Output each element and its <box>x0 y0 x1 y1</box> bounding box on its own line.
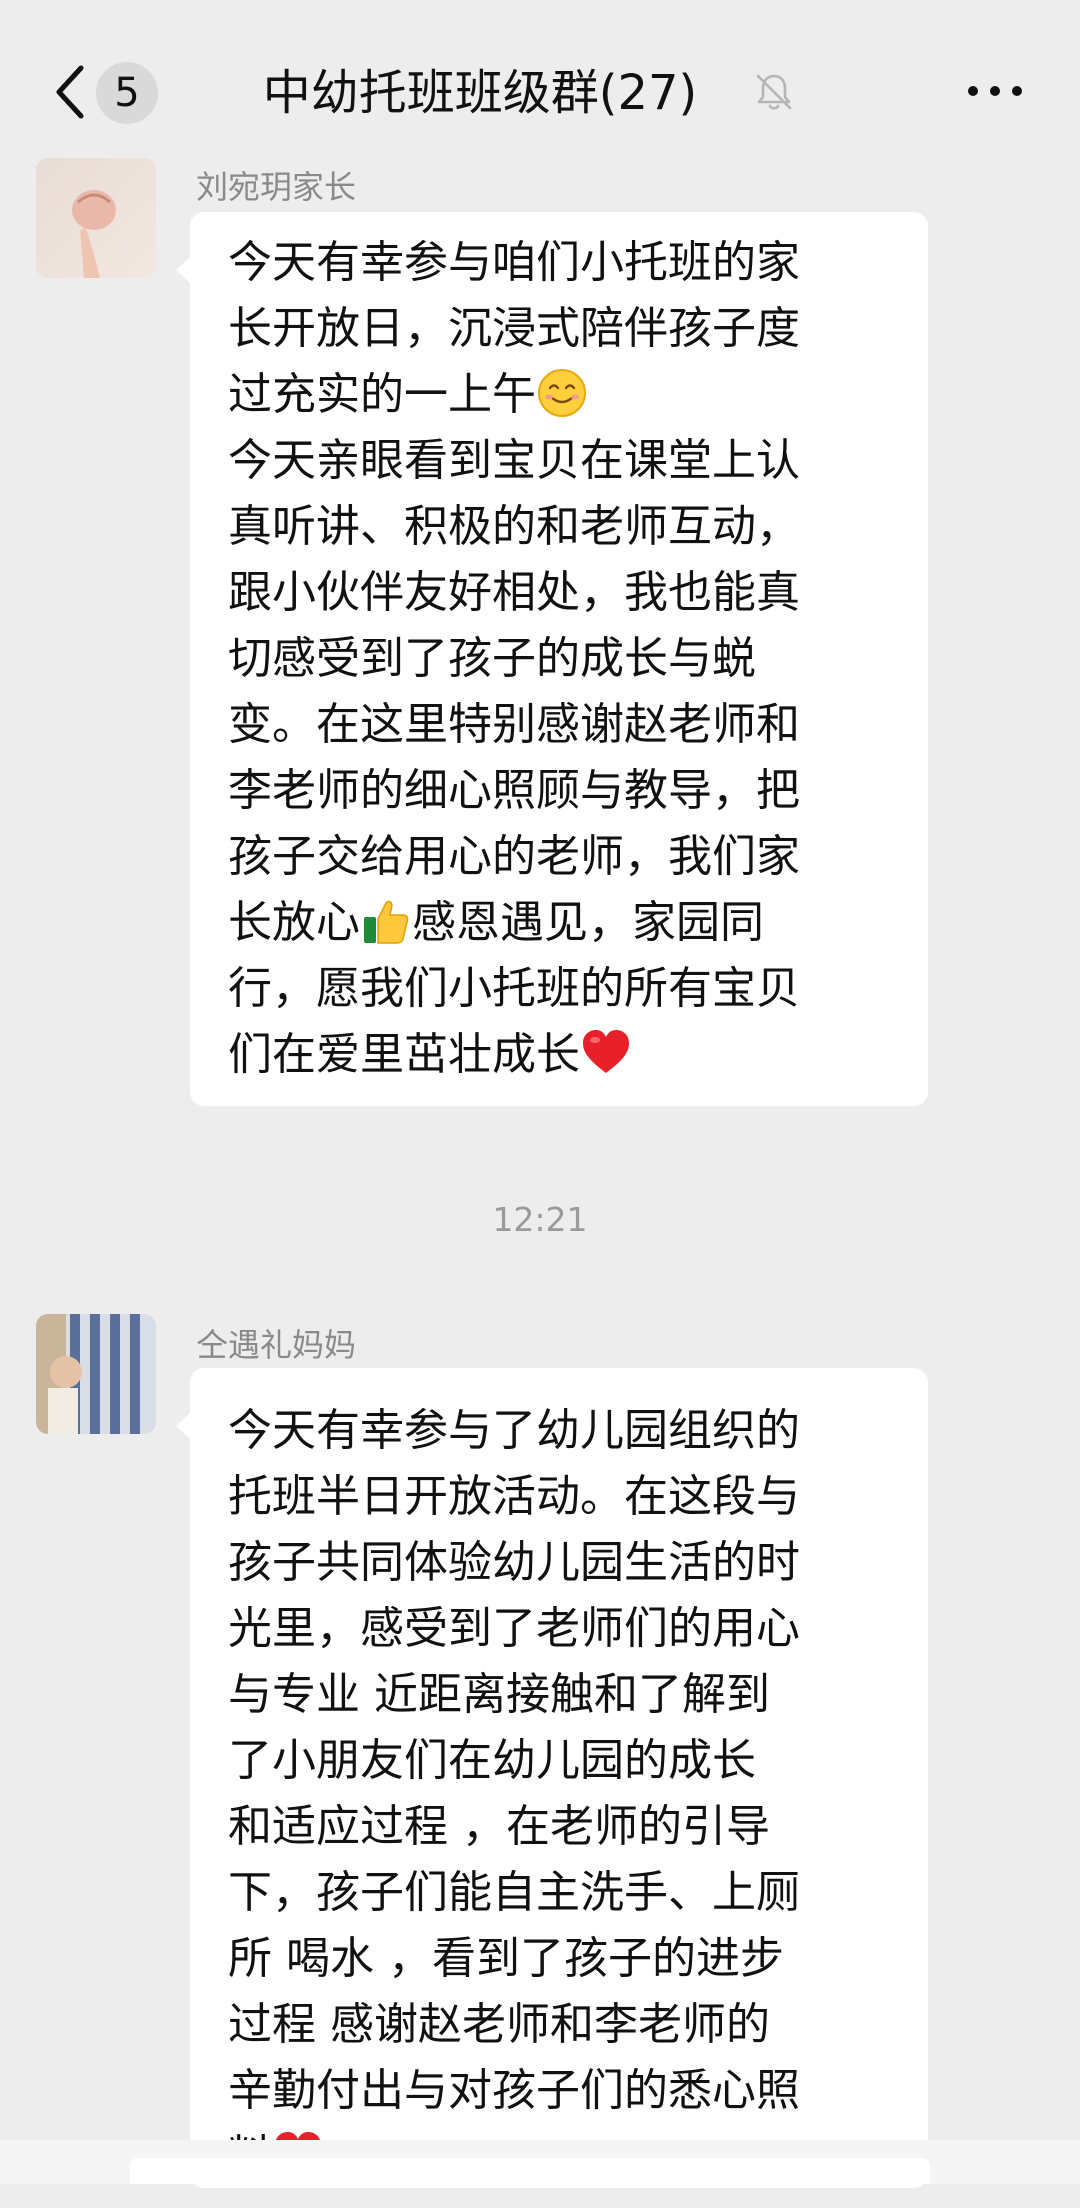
back-button[interactable] <box>40 52 100 132</box>
sender-name: 仝遇礼妈妈 <box>196 1326 357 1364</box>
message-line: 真听讲、积极的和老师互动， <box>228 501 800 552</box>
sender-name: 刘宛玥家长 <box>196 168 357 206</box>
message-line: 感恩遇见，家园同 <box>412 897 764 948</box>
smiling-face-emoji <box>538 369 586 417</box>
chat-header: 5 中幼托班班级群(27) <box>0 0 1080 166</box>
message-text: 今天有幸参与了幼儿园组织的 托班半日开放活动。在这段与 孩子共同体验幼儿园生活的… <box>190 1368 928 2208</box>
message-line: 切感受到了孩子的成长与蜕 <box>228 633 756 684</box>
input-bar[interactable] <box>0 2140 1080 2184</box>
child-curtain-avatar-image <box>36 1314 156 1434</box>
avatar[interactable] <box>36 1314 156 1434</box>
message-line: 今天有幸参与了幼儿园组织的 <box>228 1405 800 1456</box>
message-line: 们在爱里茁壮成长 <box>228 1029 580 1080</box>
message-line: 跟小伙伴友好相处，我也能真 <box>228 567 800 618</box>
message-line: 所 喝水 ，看到了孩子的进步 <box>228 1933 784 1984</box>
message-line: 下，孩子们能自主洗手、上厕 <box>228 1867 800 1918</box>
red-heart-emoji <box>583 1030 629 1073</box>
message-bubble[interactable]: 今天有幸参与咱们小托班的家 长开放日，沉浸式陪伴孩子度 过充实的一上午 今天亲眼… <box>176 212 928 1106</box>
message-line: 托班半日开放活动。在这段与 <box>228 1471 800 1522</box>
message-line: 孩子交给用心的老师，我们家 <box>228 831 800 882</box>
bell-muted-icon <box>756 74 792 110</box>
message-line: 李老师的细心照顾与教导，把 <box>228 765 800 816</box>
thumbs-up-emoji <box>364 900 409 944</box>
baby-fist-avatar-image <box>36 158 156 278</box>
message-timestamp: 12:21 <box>492 1200 588 1239</box>
avatar[interactable] <box>36 158 156 278</box>
message-line: 和适应过程 ，在老师的引导 <box>228 1801 770 1852</box>
message-line: 光里，感受到了老师们的用心 <box>228 1603 800 1654</box>
message-text: 今天有幸参与咱们小托班的家 长开放日，沉浸式陪伴孩子度 过充实的一上午 今天亲眼… <box>190 212 928 1106</box>
message-line: 辛勤付出与对孩子们的悉心照 <box>228 2065 800 2116</box>
message-line: 今天有幸参与咱们小托班的家 <box>228 237 800 288</box>
message-line: 过程 感谢赵老师和李老师的 <box>228 1999 770 2050</box>
message-line: 行，愿我们小托班的所有宝贝 <box>228 963 800 1014</box>
message-line: 过充实的一上午 <box>228 369 536 420</box>
message-line: 长开放日，沉浸式陪伴孩子度 <box>228 303 800 354</box>
message-bubble[interactable]: 今天有幸参与了幼儿园组织的 托班半日开放活动。在这段与 孩子共同体验幼儿园生活的… <box>176 1368 928 2188</box>
unread-count-badge[interactable]: 5 <box>96 62 158 124</box>
message-line: 与专业 近距离接触和了解到 <box>228 1669 770 1720</box>
message-line: 今天亲眼看到宝贝在课堂上认 <box>228 435 800 486</box>
message-line: 孩子共同体验幼儿园生活的时 <box>228 1537 800 1588</box>
chat-title: 中幼托班班级群(27) <box>262 65 698 121</box>
message-line: 变。在这里特别感谢赵老师和 <box>228 699 800 750</box>
chevron-left-icon <box>56 65 84 119</box>
message-line: 长放心 <box>228 897 360 948</box>
message-line: 了小朋友们在幼儿园的成长 <box>228 1735 756 1786</box>
more-dots-icon[interactable] <box>962 66 1028 116</box>
